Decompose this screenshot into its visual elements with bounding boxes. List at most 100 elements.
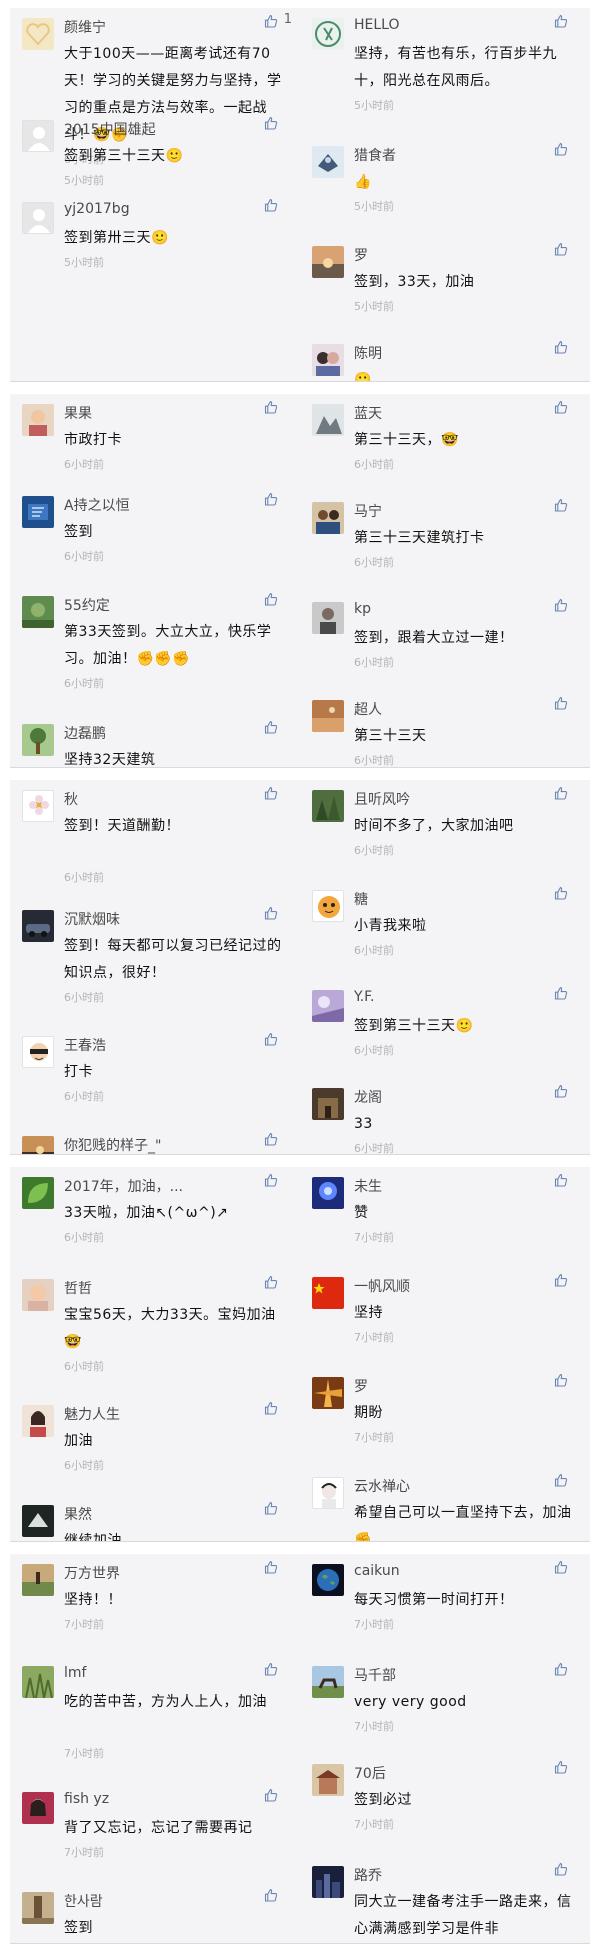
avatar[interactable] — [312, 18, 344, 50]
avatar[interactable] — [22, 790, 54, 822]
commenter-name[interactable]: 罗 — [354, 245, 368, 265]
thumbs-up-icon[interactable] — [264, 1173, 278, 1187]
commenter-name[interactable]: lmf — [64, 1665, 86, 1681]
avatar[interactable] — [22, 1892, 54, 1924]
commenter-name[interactable]: 路乔 — [354, 1865, 382, 1885]
commenter-name[interactable]: 陈明 — [354, 343, 382, 363]
thumbs-up-icon[interactable] — [554, 786, 568, 800]
avatar[interactable] — [22, 1177, 54, 1209]
thumbs-up-icon[interactable] — [554, 498, 568, 512]
avatar[interactable] — [312, 1177, 344, 1209]
avatar[interactable] — [312, 344, 344, 376]
thumbs-up-icon[interactable] — [264, 1032, 278, 1046]
thumbs-up-icon[interactable] — [264, 1560, 278, 1574]
avatar[interactable] — [312, 1564, 344, 1596]
thumbs-up-icon[interactable] — [264, 492, 278, 506]
thumbs-up-icon[interactable] — [264, 1788, 278, 1802]
avatar[interactable] — [312, 700, 344, 732]
commenter-name[interactable]: 罗 — [354, 1376, 368, 1396]
thumbs-up-icon[interactable] — [264, 14, 278, 28]
avatar[interactable] — [312, 602, 344, 634]
thumbs-up-icon[interactable] — [554, 1084, 568, 1098]
thumbs-up-icon[interactable] — [554, 598, 568, 612]
commenter-name[interactable]: 70后 — [354, 1763, 386, 1783]
avatar[interactable] — [22, 496, 54, 528]
thumbs-up-icon[interactable] — [554, 1862, 568, 1876]
thumbs-up-icon[interactable] — [264, 1132, 278, 1146]
commenter-name[interactable]: 糖 — [354, 889, 368, 909]
commenter-name[interactable]: 超人 — [354, 699, 382, 719]
commenter-name[interactable]: 马千部 — [354, 1665, 396, 1685]
avatar[interactable] — [22, 1666, 54, 1698]
avatar[interactable] — [312, 1377, 344, 1409]
thumbs-up-icon[interactable] — [554, 242, 568, 256]
thumbs-up-icon[interactable] — [554, 1662, 568, 1676]
thumbs-up-icon[interactable] — [264, 592, 278, 606]
commenter-name[interactable]: HELLO — [354, 17, 400, 33]
commenter-name[interactable]: 魅力人生 — [64, 1404, 120, 1424]
commenter-name[interactable]: 王春浩 — [64, 1035, 106, 1055]
commenter-name[interactable]: 马宁 — [354, 501, 382, 521]
commenter-name[interactable]: 万方世界 — [64, 1563, 120, 1583]
avatar[interactable] — [22, 1564, 54, 1596]
thumbs-up-icon[interactable] — [264, 1501, 278, 1515]
avatar[interactable] — [312, 890, 344, 922]
commenter-name[interactable]: 2015中国雄起 — [64, 119, 156, 139]
thumbs-up-icon[interactable] — [554, 340, 568, 354]
commenter-name[interactable]: 边磊鹏 — [64, 723, 106, 743]
commenter-name[interactable]: 且听风吟 — [354, 789, 410, 809]
commenter-name[interactable]: 秋 — [64, 789, 78, 809]
avatar[interactable] — [22, 596, 54, 628]
commenter-name[interactable]: kp — [354, 601, 371, 617]
commenter-name[interactable]: 未生 — [354, 1176, 382, 1196]
thumbs-up-icon[interactable] — [264, 1275, 278, 1289]
commenter-name[interactable]: A持之以恒 — [64, 495, 130, 515]
thumbs-up-icon[interactable] — [554, 1473, 568, 1487]
commenter-name[interactable]: 颜维宁 — [64, 17, 106, 37]
commenter-name[interactable]: caikun — [354, 1563, 400, 1579]
commenter-name[interactable]: yj2017bg — [64, 201, 130, 217]
thumbs-up-icon[interactable] — [264, 1888, 278, 1902]
avatar[interactable] — [22, 1405, 54, 1437]
commenter-name[interactable]: 2017年，加油，... — [64, 1176, 183, 1196]
commenter-name[interactable]: 一帆风顺 — [354, 1276, 410, 1296]
thumbs-up-icon[interactable] — [264, 906, 278, 920]
avatar[interactable] — [312, 1088, 344, 1120]
commenter-name[interactable]: 猎食者 — [354, 145, 396, 165]
thumbs-up-icon[interactable] — [554, 696, 568, 710]
thumbs-up-icon[interactable] — [554, 1273, 568, 1287]
avatar[interactable] — [312, 1666, 344, 1698]
commenter-name[interactable]: 蓝天 — [354, 403, 382, 423]
avatar[interactable] — [312, 502, 344, 534]
avatar[interactable] — [22, 724, 54, 756]
commenter-name[interactable]: Y.F. — [354, 989, 374, 1005]
thumbs-up-icon[interactable] — [264, 720, 278, 734]
avatar[interactable] — [22, 120, 54, 152]
avatar[interactable] — [312, 146, 344, 178]
avatar[interactable] — [312, 246, 344, 278]
thumbs-up-icon[interactable] — [554, 1373, 568, 1387]
commenter-name[interactable]: fish yz — [64, 1791, 109, 1807]
thumbs-up-icon[interactable] — [264, 786, 278, 800]
thumbs-up-icon[interactable] — [264, 198, 278, 212]
commenter-name[interactable]: 你犯贱的样子_" — [64, 1135, 161, 1154]
avatar[interactable] — [312, 1764, 344, 1796]
thumbs-up-icon[interactable] — [264, 1401, 278, 1415]
commenter-name[interactable]: 한사람 — [64, 1891, 103, 1911]
avatar[interactable] — [312, 404, 344, 436]
avatar[interactable] — [312, 1277, 344, 1309]
thumbs-up-icon[interactable] — [554, 14, 568, 28]
commenter-name[interactable]: 沉默烟味 — [64, 909, 120, 929]
thumbs-up-icon[interactable] — [264, 400, 278, 414]
commenter-name[interactable]: 云水禅心 — [354, 1476, 410, 1496]
commenter-name[interactable]: 果果 — [64, 403, 92, 423]
avatar[interactable] — [22, 1279, 54, 1311]
thumbs-up-icon[interactable] — [554, 1560, 568, 1574]
avatar[interactable] — [22, 910, 54, 942]
thumbs-up-icon[interactable] — [554, 142, 568, 156]
thumbs-up-icon[interactable] — [554, 1760, 568, 1774]
thumbs-up-icon[interactable] — [264, 1662, 278, 1676]
avatar[interactable] — [22, 1036, 54, 1068]
thumbs-up-icon[interactable] — [554, 886, 568, 900]
avatar[interactable] — [22, 1792, 54, 1824]
